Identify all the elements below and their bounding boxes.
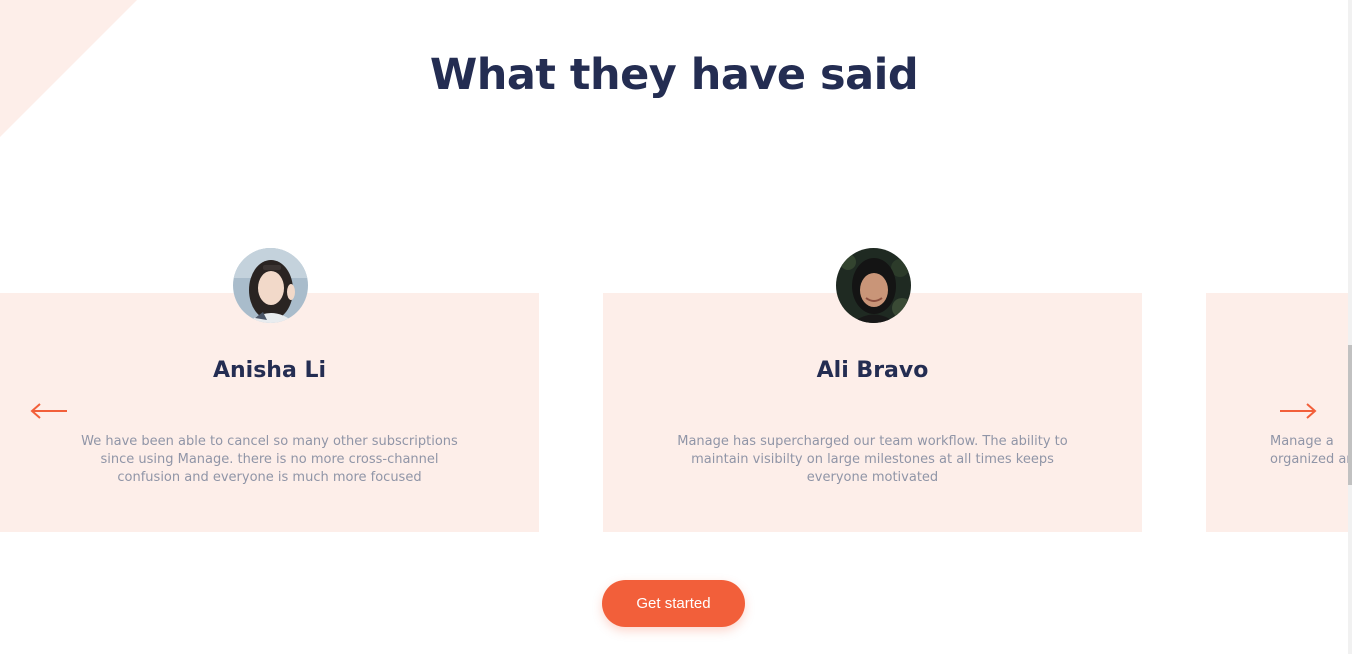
testimonials-section: What they have said Anisha Li We have be…	[0, 0, 1352, 654]
scrollbar-track[interactable]	[1348, 0, 1352, 654]
testimonial-card: Ali Bravo Manage has supercharged our te…	[603, 248, 1142, 532]
arrow-right-icon[interactable]	[1278, 398, 1318, 424]
avatar	[232, 248, 308, 323]
testimonial-quote: Manage has supercharged our team workflo…	[677, 434, 1068, 485]
testimonial-quote: We have been able to cancel so many othe…	[81, 434, 458, 485]
avatar	[835, 248, 911, 323]
testimonial-name: Anisha Li	[212, 358, 327, 383]
testimonial-quote: Manage a organized an	[1270, 434, 1352, 467]
scrollbar-thumb[interactable]	[1348, 345, 1352, 485]
section-heading: What they have said	[429, 50, 919, 100]
get-started-button[interactable]: Get started	[602, 580, 745, 627]
arrow-left-icon[interactable]	[29, 398, 69, 424]
testimonial-name: Ali Bravo	[816, 358, 929, 383]
testimonial-card: Anisha Li We have been able to cancel so…	[0, 248, 539, 532]
